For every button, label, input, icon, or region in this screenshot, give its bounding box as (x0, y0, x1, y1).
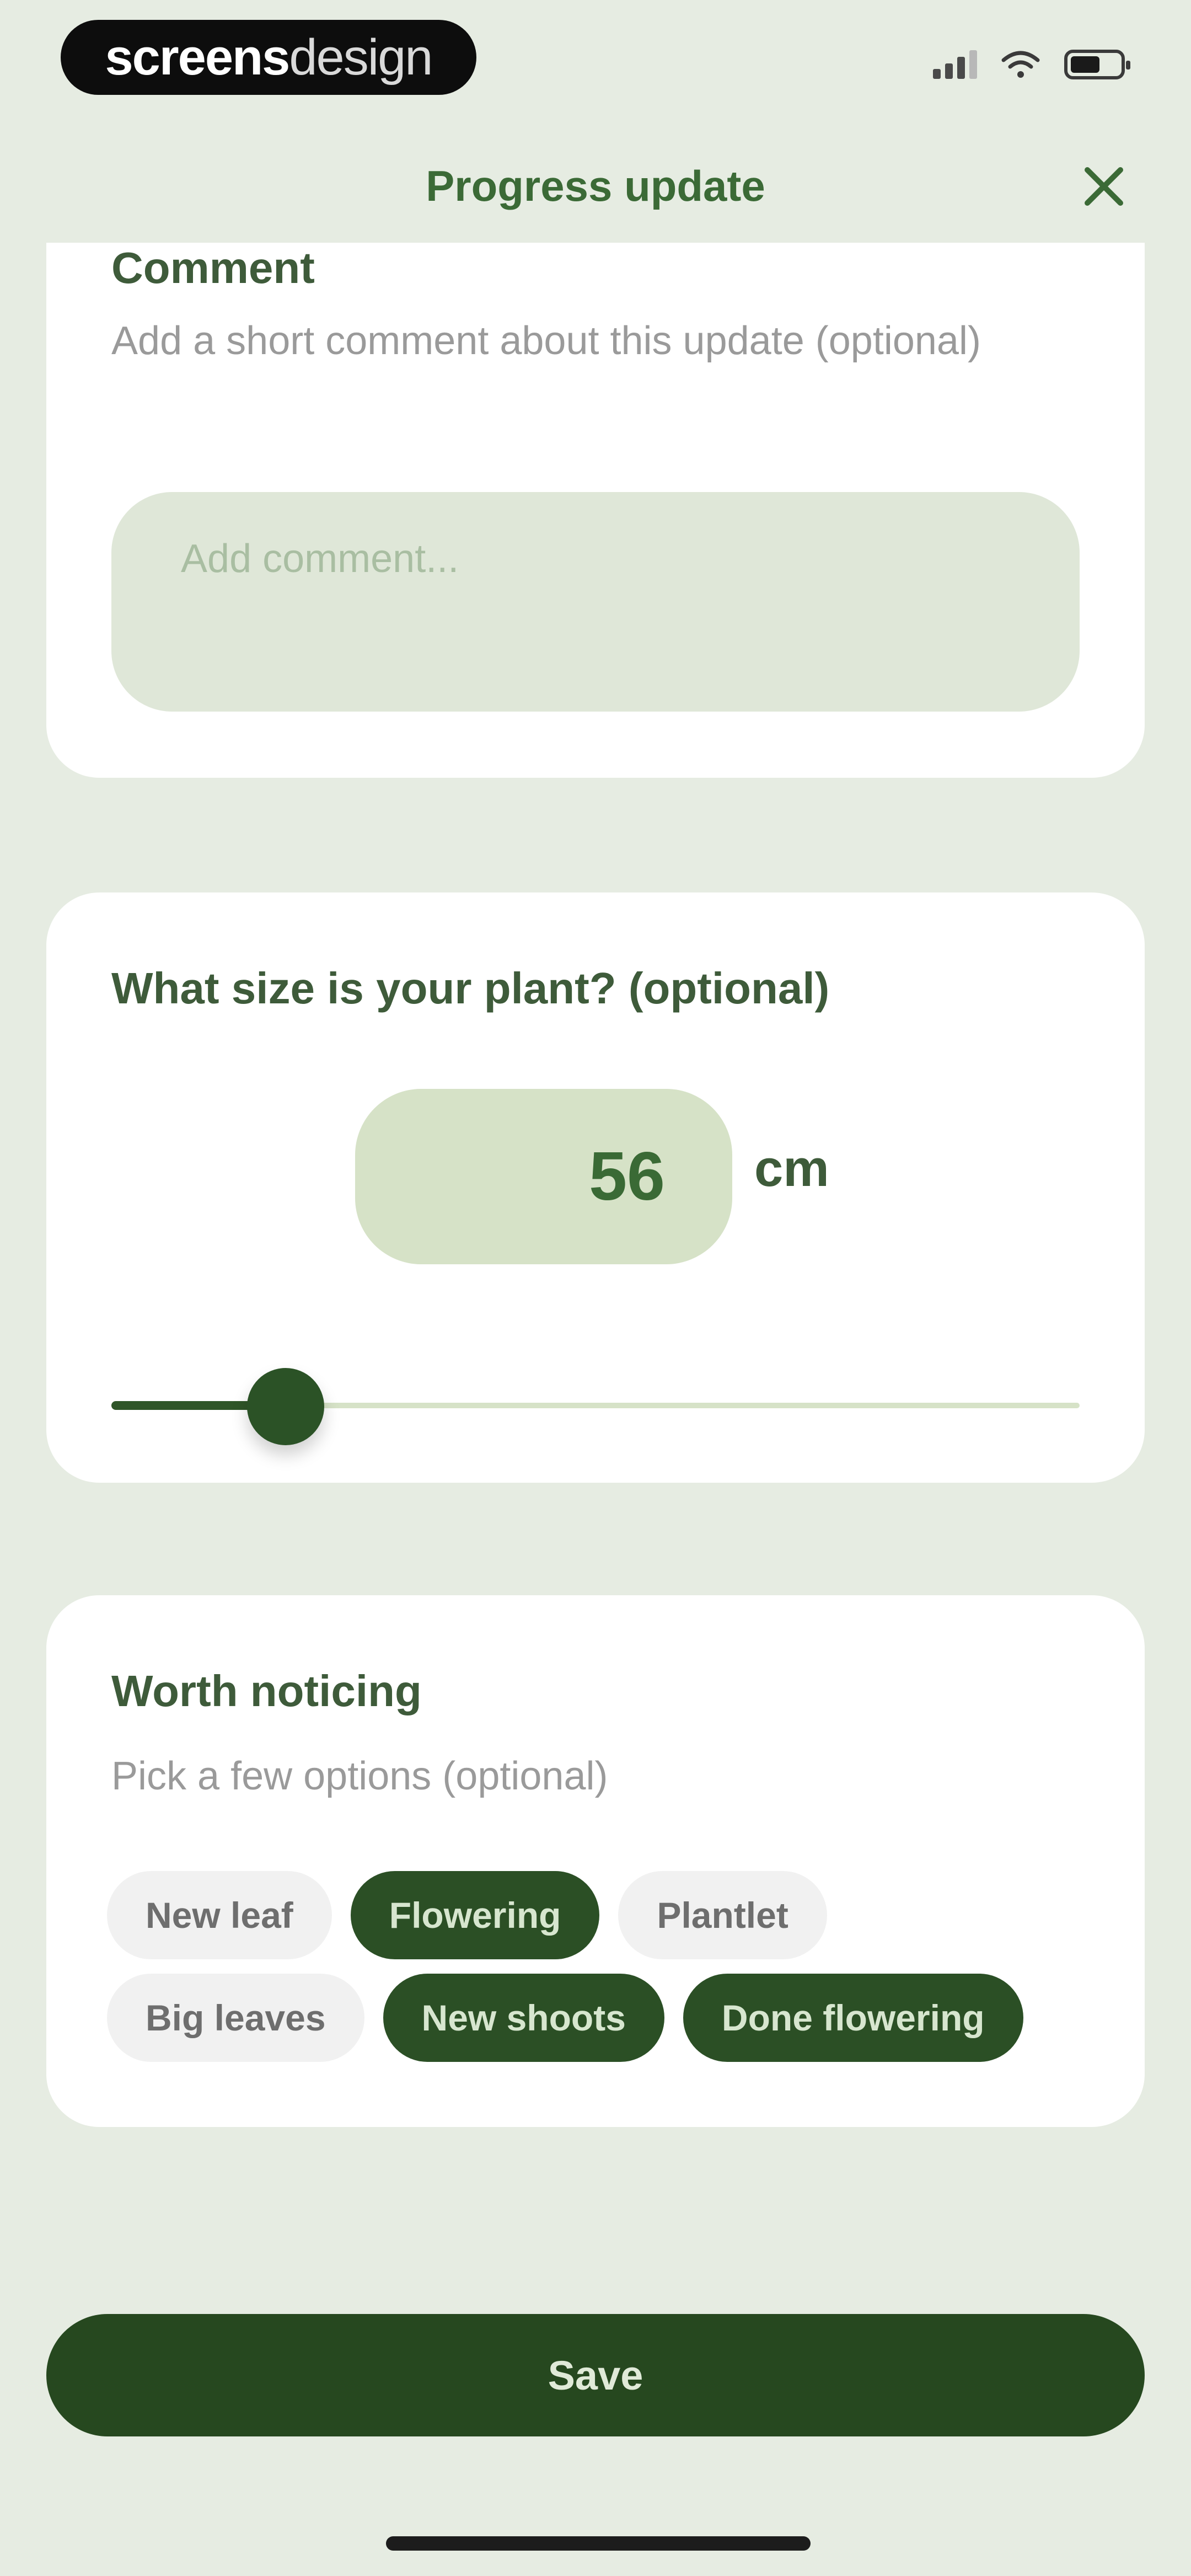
progress-update-screen: screens design Progress update Comment Ad… (0, 0, 1191, 2576)
comment-title: Comment (111, 243, 315, 292)
chip-flowering[interactable]: Flowering (350, 1871, 600, 1959)
chip-plantlet[interactable]: Plantlet (618, 1871, 827, 1959)
slider-thumb[interactable] (247, 1368, 324, 1445)
worth-noticing-title: Worth noticing (111, 1666, 422, 1715)
plant-size-unit: cm (754, 1139, 829, 1197)
plant-size-value-field[interactable]: 56 (355, 1089, 732, 1264)
option-chips: New leaf Flowering Plantlet Big leaves N… (107, 1871, 1099, 2062)
worth-noticing-card: Worth noticing Pick a few options (optio… (46, 1595, 1145, 2127)
comment-card: Comment Add a short comment about this u… (46, 243, 1145, 778)
screensdesign-logo: screens design (61, 20, 476, 95)
wifi-icon (1001, 51, 1040, 78)
home-indicator (386, 2536, 811, 2551)
chip-new-shoots[interactable]: New shoots (383, 1974, 664, 2062)
chip-new-leaf[interactable]: New leaf (107, 1871, 332, 1959)
plant-size-slider[interactable] (111, 1368, 1080, 1445)
save-button[interactable]: Save (46, 2314, 1145, 2436)
close-button[interactable] (1077, 160, 1130, 213)
close-icon (1085, 167, 1123, 206)
comment-input[interactable] (111, 492, 1080, 712)
chip-big-leaves[interactable]: Big leaves (107, 1974, 364, 2062)
battery-icon (1064, 50, 1130, 79)
comment-subtitle: Add a short comment about this update (o… (111, 319, 981, 363)
chip-done-flowering[interactable]: Done flowering (683, 1974, 1023, 2062)
page-title: Progress update (426, 162, 765, 210)
logo-text-left: screens (105, 29, 291, 85)
worth-noticing-subtitle: Pick a few options (optional) (111, 1754, 608, 1798)
cellular-signal-icon (933, 50, 977, 79)
status-icons (933, 50, 1130, 79)
plant-size-title: What size is your plant? (optional) (111, 964, 830, 1013)
logo-text-right: design (289, 29, 433, 85)
plant-size-card: What size is your plant? (optional) 56 c… (46, 892, 1145, 1483)
